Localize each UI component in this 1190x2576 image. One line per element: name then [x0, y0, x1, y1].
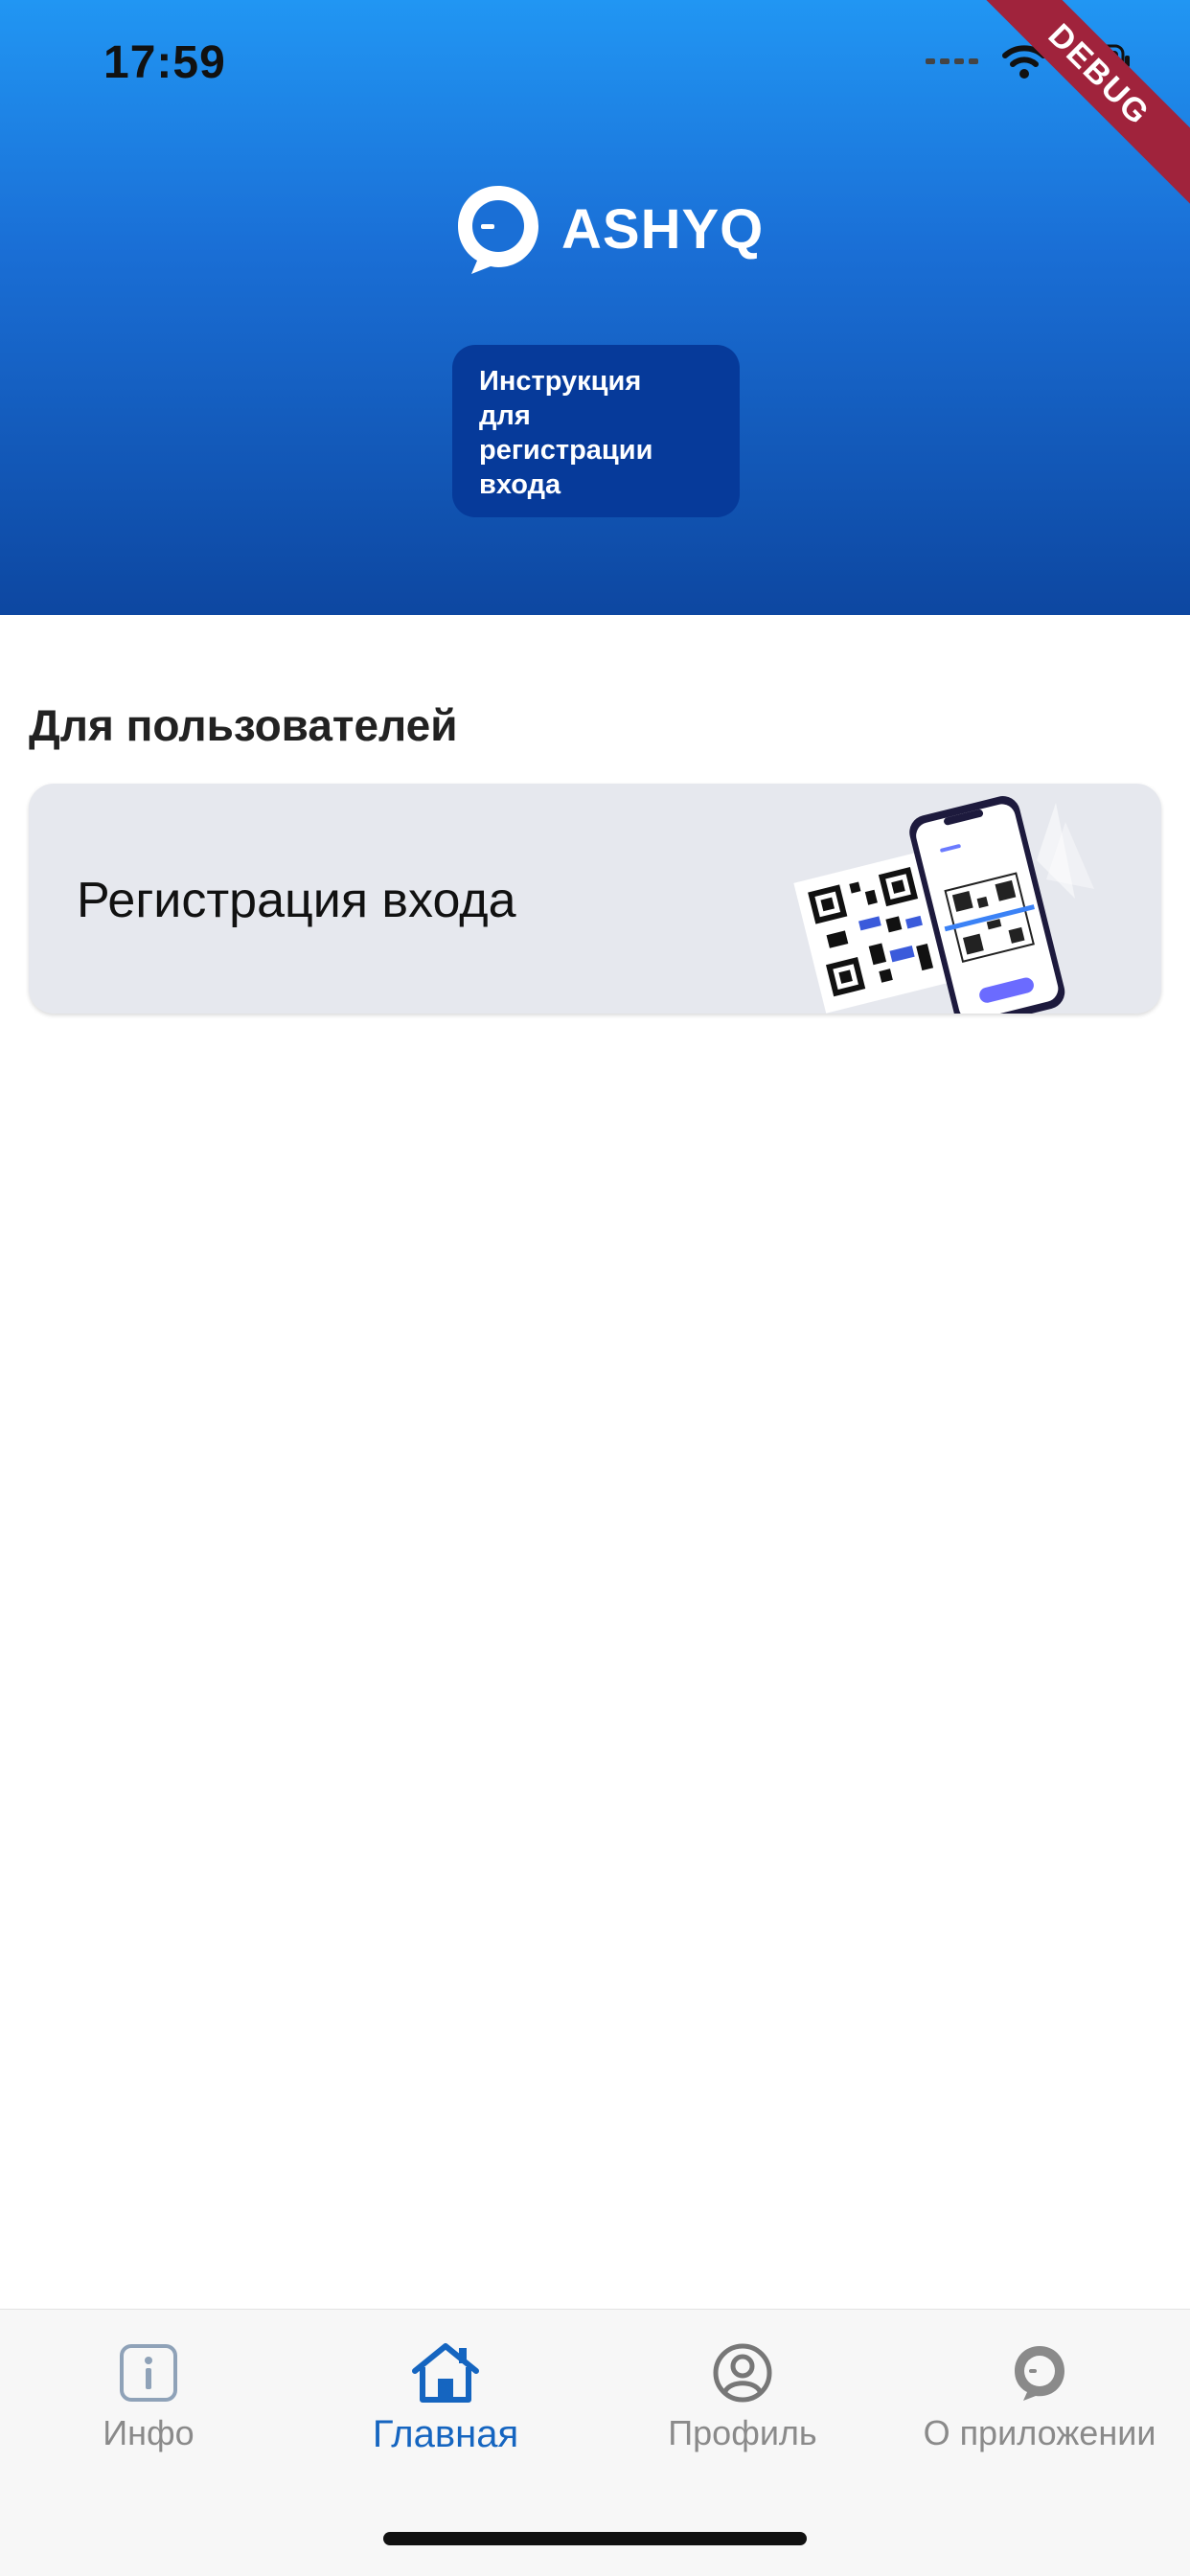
- home-icon: [412, 2343, 479, 2403]
- section-title: Для пользователей: [29, 700, 458, 750]
- chat-bubble-icon: [1015, 2346, 1064, 2401]
- signal-icon: [926, 58, 978, 64]
- status-time: 17:59: [103, 37, 226, 88]
- tab-info[interactable]: Инфо: [0, 2338, 297, 2482]
- debug-banner: DEBUG: [950, 0, 1190, 223]
- tab-about[interactable]: О приложении: [891, 2338, 1188, 2482]
- tab-about-label: О приложении: [923, 2413, 1156, 2452]
- ashyq-logo-icon: [458, 186, 538, 274]
- app-name: ASHYQ: [561, 197, 765, 261]
- tab-home[interactable]: Главная: [297, 2338, 594, 2482]
- tab-info-label: Инфо: [103, 2413, 195, 2452]
- home-indicator: [383, 2532, 807, 2545]
- app-header: 17:59 DEBUG ASHYQ Инструкция для регистр…: [0, 0, 1190, 615]
- card-label: Регистрация входа: [77, 873, 516, 928]
- info-icon: [120, 2344, 177, 2402]
- entry-registration-card[interactable]: Регистрация входа: [29, 784, 1161, 1014]
- instruction-button[interactable]: Инструкция для регистрации входа: [452, 345, 740, 517]
- profile-icon: [713, 2343, 772, 2403]
- brand: ASHYQ: [454, 182, 764, 276]
- qr-scan-illustration: [793, 796, 1094, 1014]
- tab-profile[interactable]: Профиль: [594, 2338, 891, 2482]
- instruction-button-label: Инструкция для регистрации входа: [479, 366, 653, 500]
- tab-profile-label: Профиль: [668, 2413, 817, 2452]
- tab-home-label: Главная: [372, 2413, 519, 2455]
